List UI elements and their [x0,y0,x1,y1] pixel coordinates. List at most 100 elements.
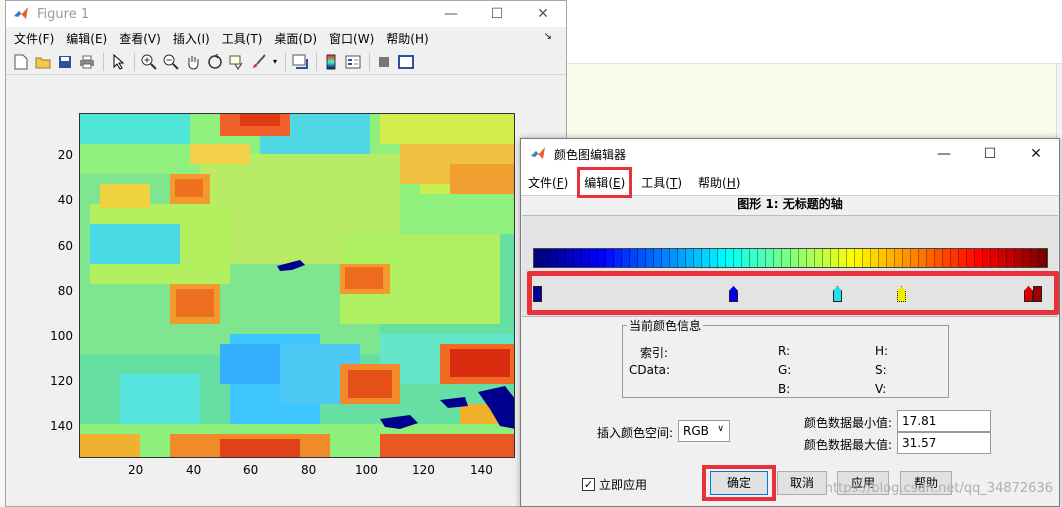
colormap-cell [750,249,759,267]
minimize-icon[interactable]: — [428,1,474,27]
cdata-min-field[interactable]: 17.81 [897,410,991,432]
colormap-cell [950,249,959,267]
menu-file[interactable]: 文件(F) [14,30,54,47]
pan-hand-icon[interactable] [183,52,203,72]
colormap-cell [662,249,671,267]
colormap-cell [1006,249,1015,267]
menu-edit[interactable]: 编辑(E) [66,30,107,47]
colormap-cell [542,249,551,267]
info-box-legend: 当前颜色信息 [627,317,704,334]
open-folder-icon[interactable] [33,52,53,72]
cancel-button[interactable]: 取消 [777,471,827,495]
menu-view[interactable]: 查看(V) [119,30,161,47]
menu-desktop[interactable]: 桌面(D) [274,30,317,47]
colormap-cell [846,249,855,267]
x-tick-label: 40 [186,463,202,477]
close-icon[interactable]: ✕ [1013,139,1059,169]
colormap-cell [630,249,639,267]
menu-label: 帮助 [698,175,723,190]
b-label: B: [778,382,791,396]
minimize-icon[interactable]: — [921,139,967,169]
editor-titlebar[interactable]: 颜色图编辑器 — ☐ ✕ [521,139,1059,169]
colormap-cell [918,249,927,267]
maximize-icon[interactable]: ☐ [474,1,520,27]
menu-key: T [669,175,678,190]
colormap-cell [622,249,631,267]
colorbar-icon[interactable] [321,52,341,72]
r-label: R: [778,344,791,358]
x-tick-label: 20 [128,463,144,477]
colormap-cell [574,249,583,267]
g-label: G: [778,363,792,377]
print-icon[interactable] [77,52,97,72]
interp-colorspace-select[interactable]: RGB ∨ [678,420,730,442]
new-file-icon[interactable] [11,52,31,72]
save-icon[interactable] [55,52,75,72]
color-marker-dark-red[interactable] [1033,286,1042,302]
toolbar-separator [369,52,370,71]
heatmap-axes[interactable] [79,113,515,458]
toolbar-separator [134,52,135,71]
editor-menu-edit[interactable]: 编辑(E) [577,166,633,198]
menu-key: F [556,175,564,190]
brush-dropdown-icon[interactable]: ▾ [271,52,279,72]
colormap-cell [638,249,647,267]
figure-titlebar[interactable]: Figure 1 — ☐ ✕ [6,1,566,27]
h-label: H: [875,344,889,358]
menu-tools[interactable]: 工具(T) [222,30,263,47]
colormap-cell [1022,249,1031,267]
menu-label: 文件 [528,175,553,190]
close-icon[interactable]: ✕ [520,1,566,27]
current-color-info-box: 当前颜色信息 索引: CData: R: G: B: H: S: V: [622,317,949,398]
colormap-cell [862,249,871,267]
colormap-cell [686,249,695,267]
colormap-strip[interactable] [533,248,1048,268]
pointer-icon[interactable] [108,52,128,72]
colormap-cell [654,249,663,267]
editor-window-controls: — ☐ ✕ [921,139,1059,169]
toolbar-separator [316,52,317,71]
legend-icon[interactable] [343,52,363,72]
colormap-cell [734,249,743,267]
ok-button[interactable]: 确定 [710,471,768,495]
colormap-cell [806,249,815,267]
editor-menu-file[interactable]: 文件(F) [526,172,570,193]
menu-help[interactable]: 帮助(H) [386,30,428,47]
color-marker-dark-blue[interactable] [533,286,542,302]
color-marker-blue[interactable] [729,286,738,302]
cdata-max-field[interactable]: 31.57 [897,432,991,454]
colormap-cell [830,249,839,267]
colormap-cell [990,249,999,267]
color-marker-cyan[interactable] [833,286,842,302]
colormap-cell [550,249,559,267]
toolbar-separator [285,52,286,71]
menu-insert[interactable]: 插入(I) [173,30,210,47]
zoom-out-icon[interactable] [161,52,181,72]
colormap-cell [702,249,711,267]
editor-menubar: 文件(F) 编辑(E) 工具(T) 帮助(H) [521,166,1059,198]
colormap-cell [838,249,847,267]
colormap-cell [694,249,703,267]
s-label: S: [875,363,887,377]
menu-window[interactable]: 窗口(W) [329,30,374,47]
zoom-in-icon[interactable] [139,52,159,72]
color-marker-yellow[interactable] [897,286,906,302]
brush-icon[interactable] [249,52,269,72]
apply-now-checkbox[interactable]: ✓ [582,478,595,491]
hide-plot-tools-icon[interactable] [374,52,394,72]
maximize-icon[interactable]: ☐ [967,139,1013,169]
dock-arrow-icon[interactable]: ↘ [544,31,552,42]
editor-menu-help[interactable]: 帮助(H) [696,172,742,193]
link-plot-icon[interactable] [290,52,310,72]
apply-now-checkbox-row[interactable]: ✓ 立即应用 [582,476,647,493]
x-tick-label: 100 [355,463,378,477]
rotate-3d-icon[interactable] [205,52,225,72]
color-marker-red[interactable] [1024,286,1033,302]
colormap-bar-area [522,215,1059,317]
show-plot-tools-icon[interactable] [396,52,416,72]
colormap-cell [718,249,727,267]
data-cursor-icon[interactable] [227,52,247,72]
editor-menu-tools[interactable]: 工具(T) [639,172,684,193]
colormap-cell [670,249,679,267]
editor-title: 颜色图编辑器 [554,147,627,162]
